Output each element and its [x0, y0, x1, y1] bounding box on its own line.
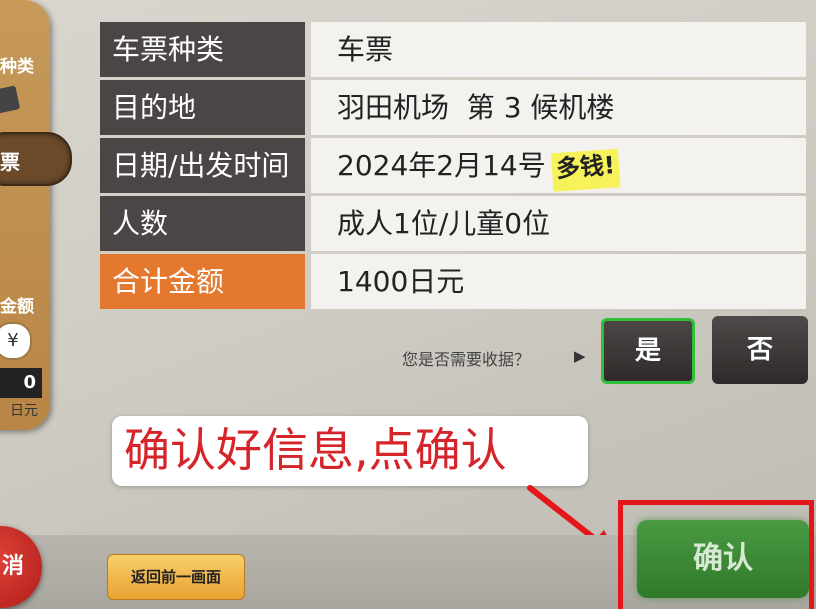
total-amount-label: 合计金额	[100, 254, 305, 309]
table-row: 合计金额 1400日元	[100, 254, 806, 309]
date-time-value: 2024年2月14号	[337, 149, 546, 182]
side-ticket-type-label: 种类	[0, 57, 34, 77]
confirm-highlight-box	[618, 500, 814, 609]
passengers-label: 人数	[100, 196, 305, 251]
table-row: 目的地 羽田机场 第 3 候机楼	[100, 80, 806, 135]
back-button[interactable]: 返回前一画面	[107, 554, 245, 600]
cancel-label: 消	[2, 554, 25, 579]
table-row: 日期/出发时间 2024年2月14号 多钱!	[100, 137, 806, 198]
side-amount-unit: 日元	[10, 403, 38, 419]
side-ticket-label: 票	[0, 150, 20, 174]
ticket-type-label: 车票种类	[100, 22, 305, 77]
table-row: 车票种类 车票	[100, 22, 806, 77]
ticket-info-table: 车票种类 车票 目的地 羽田机场 第 3 候机楼 日期/出发时间 2024年2月…	[100, 22, 806, 312]
ticket-type-value: 车票	[311, 22, 806, 77]
date-time-label: 日期/出发时间	[100, 138, 305, 193]
receipt-question: 您是否需要收据？	[402, 350, 531, 369]
date-time-cell: 2024年2月14号 多钱!	[311, 137, 806, 198]
handwritten-note: 多钱!	[549, 137, 621, 198]
receipt-yes-button[interactable]: 是	[601, 318, 695, 384]
destination-label: 目的地	[100, 80, 305, 135]
yen-icon: ¥	[0, 322, 32, 360]
annotation-text: 确认好信息,点确认	[124, 423, 507, 477]
play-triangle-icon: ▶	[574, 347, 586, 365]
total-amount-value: 1400日元	[311, 254, 806, 309]
side-amount-value: 0	[0, 368, 42, 398]
side-amount-label: 金额	[0, 297, 34, 317]
receipt-no-button[interactable]: 否	[712, 316, 808, 384]
table-row: 人数 成人1位/儿童0位	[100, 196, 806, 251]
destination-value: 羽田机场 第 3 候机楼	[311, 80, 806, 135]
passengers-value: 成人1位/儿童0位	[311, 196, 806, 251]
